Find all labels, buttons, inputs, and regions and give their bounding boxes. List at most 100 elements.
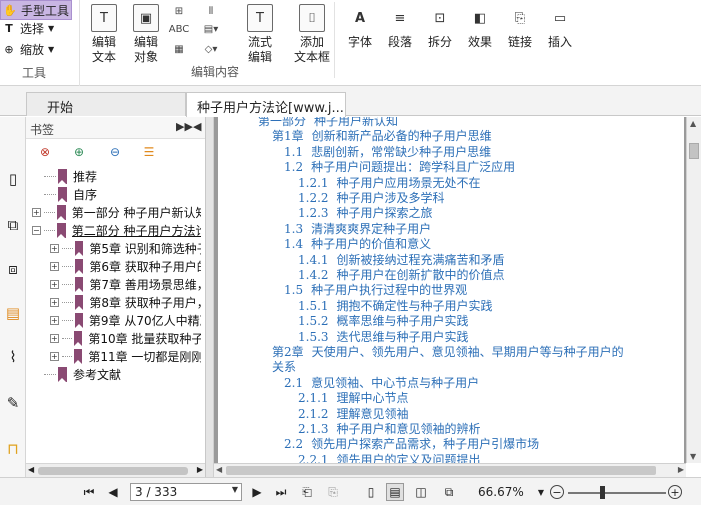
zoom-slider-thumb[interactable] bbox=[600, 486, 605, 499]
toc-entry[interactable]: 2.1.1 理解中心节点 bbox=[298, 391, 409, 406]
add-textbox-button[interactable]: ⌷ 添加 文本框 bbox=[290, 0, 334, 66]
bookmark-item[interactable]: 自序 bbox=[32, 185, 201, 203]
toc-entry[interactable]: 1.5.3 迭代思维与种子用户实践 bbox=[298, 330, 469, 345]
toc-entry[interactable]: 1.5.1 拥抱不确定性与种子用户实践 bbox=[298, 299, 493, 314]
facing-pages-icon[interactable]: ◫ bbox=[412, 483, 430, 501]
edit-text-button[interactable]: T 编辑 文本 bbox=[82, 0, 126, 66]
scroll-thumb[interactable] bbox=[226, 466, 656, 475]
split-button[interactable]: ⊡ 拆分 bbox=[418, 0, 462, 66]
scroll-thumb[interactable] bbox=[38, 467, 188, 475]
toc-entry[interactable]: 1.2 种子用户问题提出：跨学科且广泛应用 bbox=[284, 160, 515, 175]
next-view-icon[interactable]: ⎘ bbox=[324, 483, 342, 501]
continuous-page-icon[interactable]: ▤ bbox=[386, 483, 404, 501]
expand-toggle-icon[interactable]: − bbox=[32, 225, 41, 235]
next-page-icon[interactable]: ▶ bbox=[248, 483, 266, 501]
expand-toggle-icon[interactable]: + bbox=[50, 315, 59, 325]
effect-button[interactable]: ◧ 效果 bbox=[458, 0, 502, 66]
toc-entry[interactable]: 2.1.2 理解意见领袖 bbox=[298, 407, 409, 422]
bookmark-item[interactable]: + 第6章 获取种子用户的 bbox=[50, 257, 201, 275]
font-button[interactable]: A 字体 bbox=[338, 0, 382, 66]
toc-entry[interactable]: 2.1 意见领袖、中心节点与种子用户 bbox=[284, 376, 479, 391]
bookmark-item[interactable]: + 第11章 一切都是刚刚开 bbox=[50, 347, 201, 365]
expand-toggle-icon[interactable]: + bbox=[50, 297, 59, 307]
single-page-icon[interactable]: ▯ bbox=[362, 483, 380, 501]
zoom-slider-track[interactable] bbox=[568, 492, 666, 494]
collapse-panel-icon[interactable]: ◀ bbox=[193, 120, 201, 133]
bookmark-item[interactable]: 参考文献 bbox=[32, 365, 201, 383]
panel-splitter[interactable] bbox=[206, 117, 214, 477]
continuous-facing-icon[interactable]: ⧉ bbox=[440, 483, 458, 501]
attachment-icon[interactable]: ⌇ bbox=[2, 345, 24, 369]
toc-entry[interactable]: 2.2 领先用户探索产品需求，种子用户引爆市场 bbox=[284, 437, 539, 452]
insert-button[interactable]: ▭ 插入 bbox=[538, 0, 582, 66]
toc-entry[interactable]: 1.4.1 创新被接纳过程充满痛苦和矛盾 bbox=[298, 253, 505, 268]
document-vertical-scrollbar[interactable]: ▲ ▼ bbox=[686, 117, 701, 463]
crop-icon[interactable]: ▦ bbox=[168, 40, 190, 58]
link-button[interactable]: ⎘ 链接 bbox=[498, 0, 542, 66]
bookmark-item[interactable]: + 第10章 批量获取种子用 bbox=[50, 329, 201, 347]
page-thumbnail-icon[interactable]: ▯ bbox=[2, 167, 24, 191]
scroll-right-icon[interactable]: ▶ bbox=[197, 465, 203, 474]
hand-tool-button[interactable]: ✋ 手型工具 bbox=[0, 0, 72, 20]
lock-icon[interactable]: ⊓ bbox=[2, 437, 24, 461]
tab-document[interactable]: 种子用户方法论[www.j... bbox=[186, 92, 346, 117]
expand-toggle-icon[interactable]: + bbox=[50, 261, 59, 271]
bookmark-item[interactable]: 推荐 bbox=[32, 167, 201, 185]
scroll-left-icon[interactable]: ◀ bbox=[28, 465, 34, 474]
toc-entry[interactable]: 关系 bbox=[272, 360, 296, 375]
toc-entry[interactable]: 1.1 悲剧创新，常常缺少种子用户思维 bbox=[284, 145, 491, 160]
toc-entry[interactable]: 1.4.2 种子用户在创新扩散中的价值点 bbox=[298, 268, 505, 283]
spellcheck-icon[interactable]: ABC bbox=[168, 20, 190, 38]
select-tool-button[interactable]: T 选择 ▼ bbox=[0, 18, 54, 38]
toc-entry[interactable]: 第一部分 种子用户新认知 bbox=[258, 117, 398, 129]
previous-page-icon[interactable]: ◀ bbox=[104, 483, 122, 501]
toc-entry[interactable]: 2.1.3 种子用户和意见领袖的辨析 bbox=[298, 422, 481, 437]
expand-toggle-icon[interactable]: + bbox=[50, 351, 59, 361]
document-view[interactable]: 第一部分 种子用户新认知 第1章 创新和新产品必备的种子用户思维 1.1 悲剧创新，常常缺… bbox=[214, 117, 686, 463]
bookmark-item[interactable]: − 第二部分 种子用户方法论 bbox=[32, 221, 201, 239]
expand-toggle-icon[interactable]: + bbox=[50, 279, 59, 289]
delete-bookmark-icon[interactable]: ⊗ bbox=[36, 143, 54, 161]
zoom-dropdown-icon[interactable]: ▼ bbox=[532, 483, 550, 501]
toc-entry[interactable]: 2.2.1 领先用户的定义及问题提出 bbox=[298, 453, 481, 463]
toc-entry[interactable]: 1.2.3 种子用户探索之旅 bbox=[298, 206, 433, 221]
tab-start[interactable]: 开始 bbox=[26, 92, 186, 116]
expand-toggle-icon[interactable]: + bbox=[50, 243, 59, 253]
scroll-up-icon[interactable]: ▲ bbox=[690, 119, 696, 128]
scroll-thumb[interactable] bbox=[689, 143, 699, 159]
first-page-icon[interactable]: ⏮ bbox=[80, 483, 98, 501]
toc-entry[interactable]: 1.4 种子用户的价值和意义 bbox=[284, 237, 431, 252]
zoom-out-icon[interactable]: − bbox=[550, 485, 564, 499]
bookmark-item[interactable]: + 第5章 识别和筛选种子 bbox=[50, 239, 201, 257]
zoom-in-icon[interactable]: + bbox=[668, 485, 682, 499]
arrange-icon[interactable]: ▤▾ bbox=[200, 20, 222, 38]
page-number-input[interactable]: 3 / 333 ▼ bbox=[130, 483, 242, 501]
scroll-left-icon[interactable]: ◀ bbox=[216, 465, 222, 474]
shape-icon[interactable]: ◇▾ bbox=[200, 40, 222, 58]
format-icon[interactable]: ⊞ bbox=[168, 2, 190, 20]
toc-entry[interactable]: 1.2.2 种子用户涉及多学科 bbox=[298, 191, 445, 206]
toc-entry[interactable]: 1.2.1 种子用户应用场景无处不在 bbox=[298, 176, 481, 191]
document-horizontal-scrollbar[interactable]: ◀ ▶ bbox=[214, 463, 686, 477]
bookmark-horizontal-scrollbar[interactable]: ◀ ▶ bbox=[26, 463, 205, 477]
bookmark-options-icon[interactable]: ⊖ bbox=[106, 143, 124, 161]
bookmark-item[interactable]: + 第7章 善用场景思维， bbox=[50, 275, 201, 293]
pages-icon[interactable]: ⧉ bbox=[2, 213, 24, 237]
align-icon[interactable]: ⫴ bbox=[200, 2, 222, 20]
zoom-tool-button[interactable]: ⊕ 缩放 ▼ bbox=[0, 39, 54, 59]
toc-entry[interactable]: 1.5 种子用户执行过程中的世界观 bbox=[284, 283, 467, 298]
expand-toggle-icon[interactable]: + bbox=[50, 333, 59, 343]
toc-entry[interactable]: 第2章 天使用户、领先用户、意见领袖、早期用户等与种子用户的 bbox=[272, 345, 624, 360]
expand-toggle-icon[interactable]: + bbox=[32, 207, 41, 217]
previous-view-icon[interactable]: ⎗ bbox=[298, 483, 316, 501]
edit-object-button[interactable]: ▣ 编辑 对象 bbox=[124, 0, 168, 66]
layers-icon[interactable]: ⧈ bbox=[2, 257, 24, 281]
paragraph-button[interactable]: ≡ 段落 bbox=[378, 0, 422, 66]
toc-entry[interactable]: 第1章 创新和新产品必备的种子用户思维 bbox=[272, 129, 492, 144]
bookmark-item[interactable]: + 第8章 获取种子用户， bbox=[50, 293, 201, 311]
toc-entry[interactable]: 1.3 清清爽爽界定种子用户 bbox=[284, 222, 431, 237]
toc-entry[interactable]: 1.5.2 概率思维与种子用户实践 bbox=[298, 314, 469, 329]
comments-icon[interactable]: ▤ bbox=[2, 301, 24, 325]
chevron-down-icon[interactable]: ▼ bbox=[232, 485, 238, 494]
bookmark-item[interactable]: + 第一部分 种子用户新认知 bbox=[32, 203, 201, 221]
